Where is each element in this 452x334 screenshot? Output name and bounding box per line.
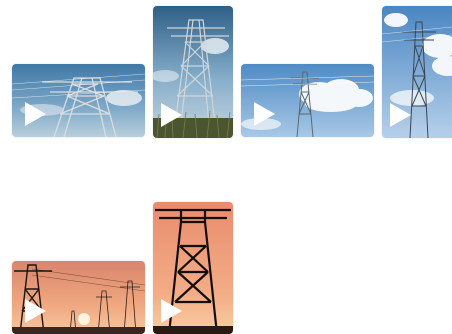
video-thumbnail-2[interactable] bbox=[153, 6, 233, 138]
video-thumbnail-6[interactable] bbox=[153, 202, 233, 334]
video-thumbnail-4[interactable] bbox=[382, 6, 452, 138]
play-icon bbox=[23, 298, 47, 324]
play-icon bbox=[159, 102, 183, 128]
play-icon bbox=[388, 102, 412, 128]
video-thumbnail-3[interactable] bbox=[241, 64, 374, 137]
play-icon bbox=[252, 101, 276, 127]
play-icon bbox=[159, 298, 183, 324]
play-icon bbox=[23, 101, 47, 127]
video-thumbnail-5[interactable] bbox=[12, 261, 145, 334]
video-thumbnail-1[interactable] bbox=[12, 64, 145, 137]
